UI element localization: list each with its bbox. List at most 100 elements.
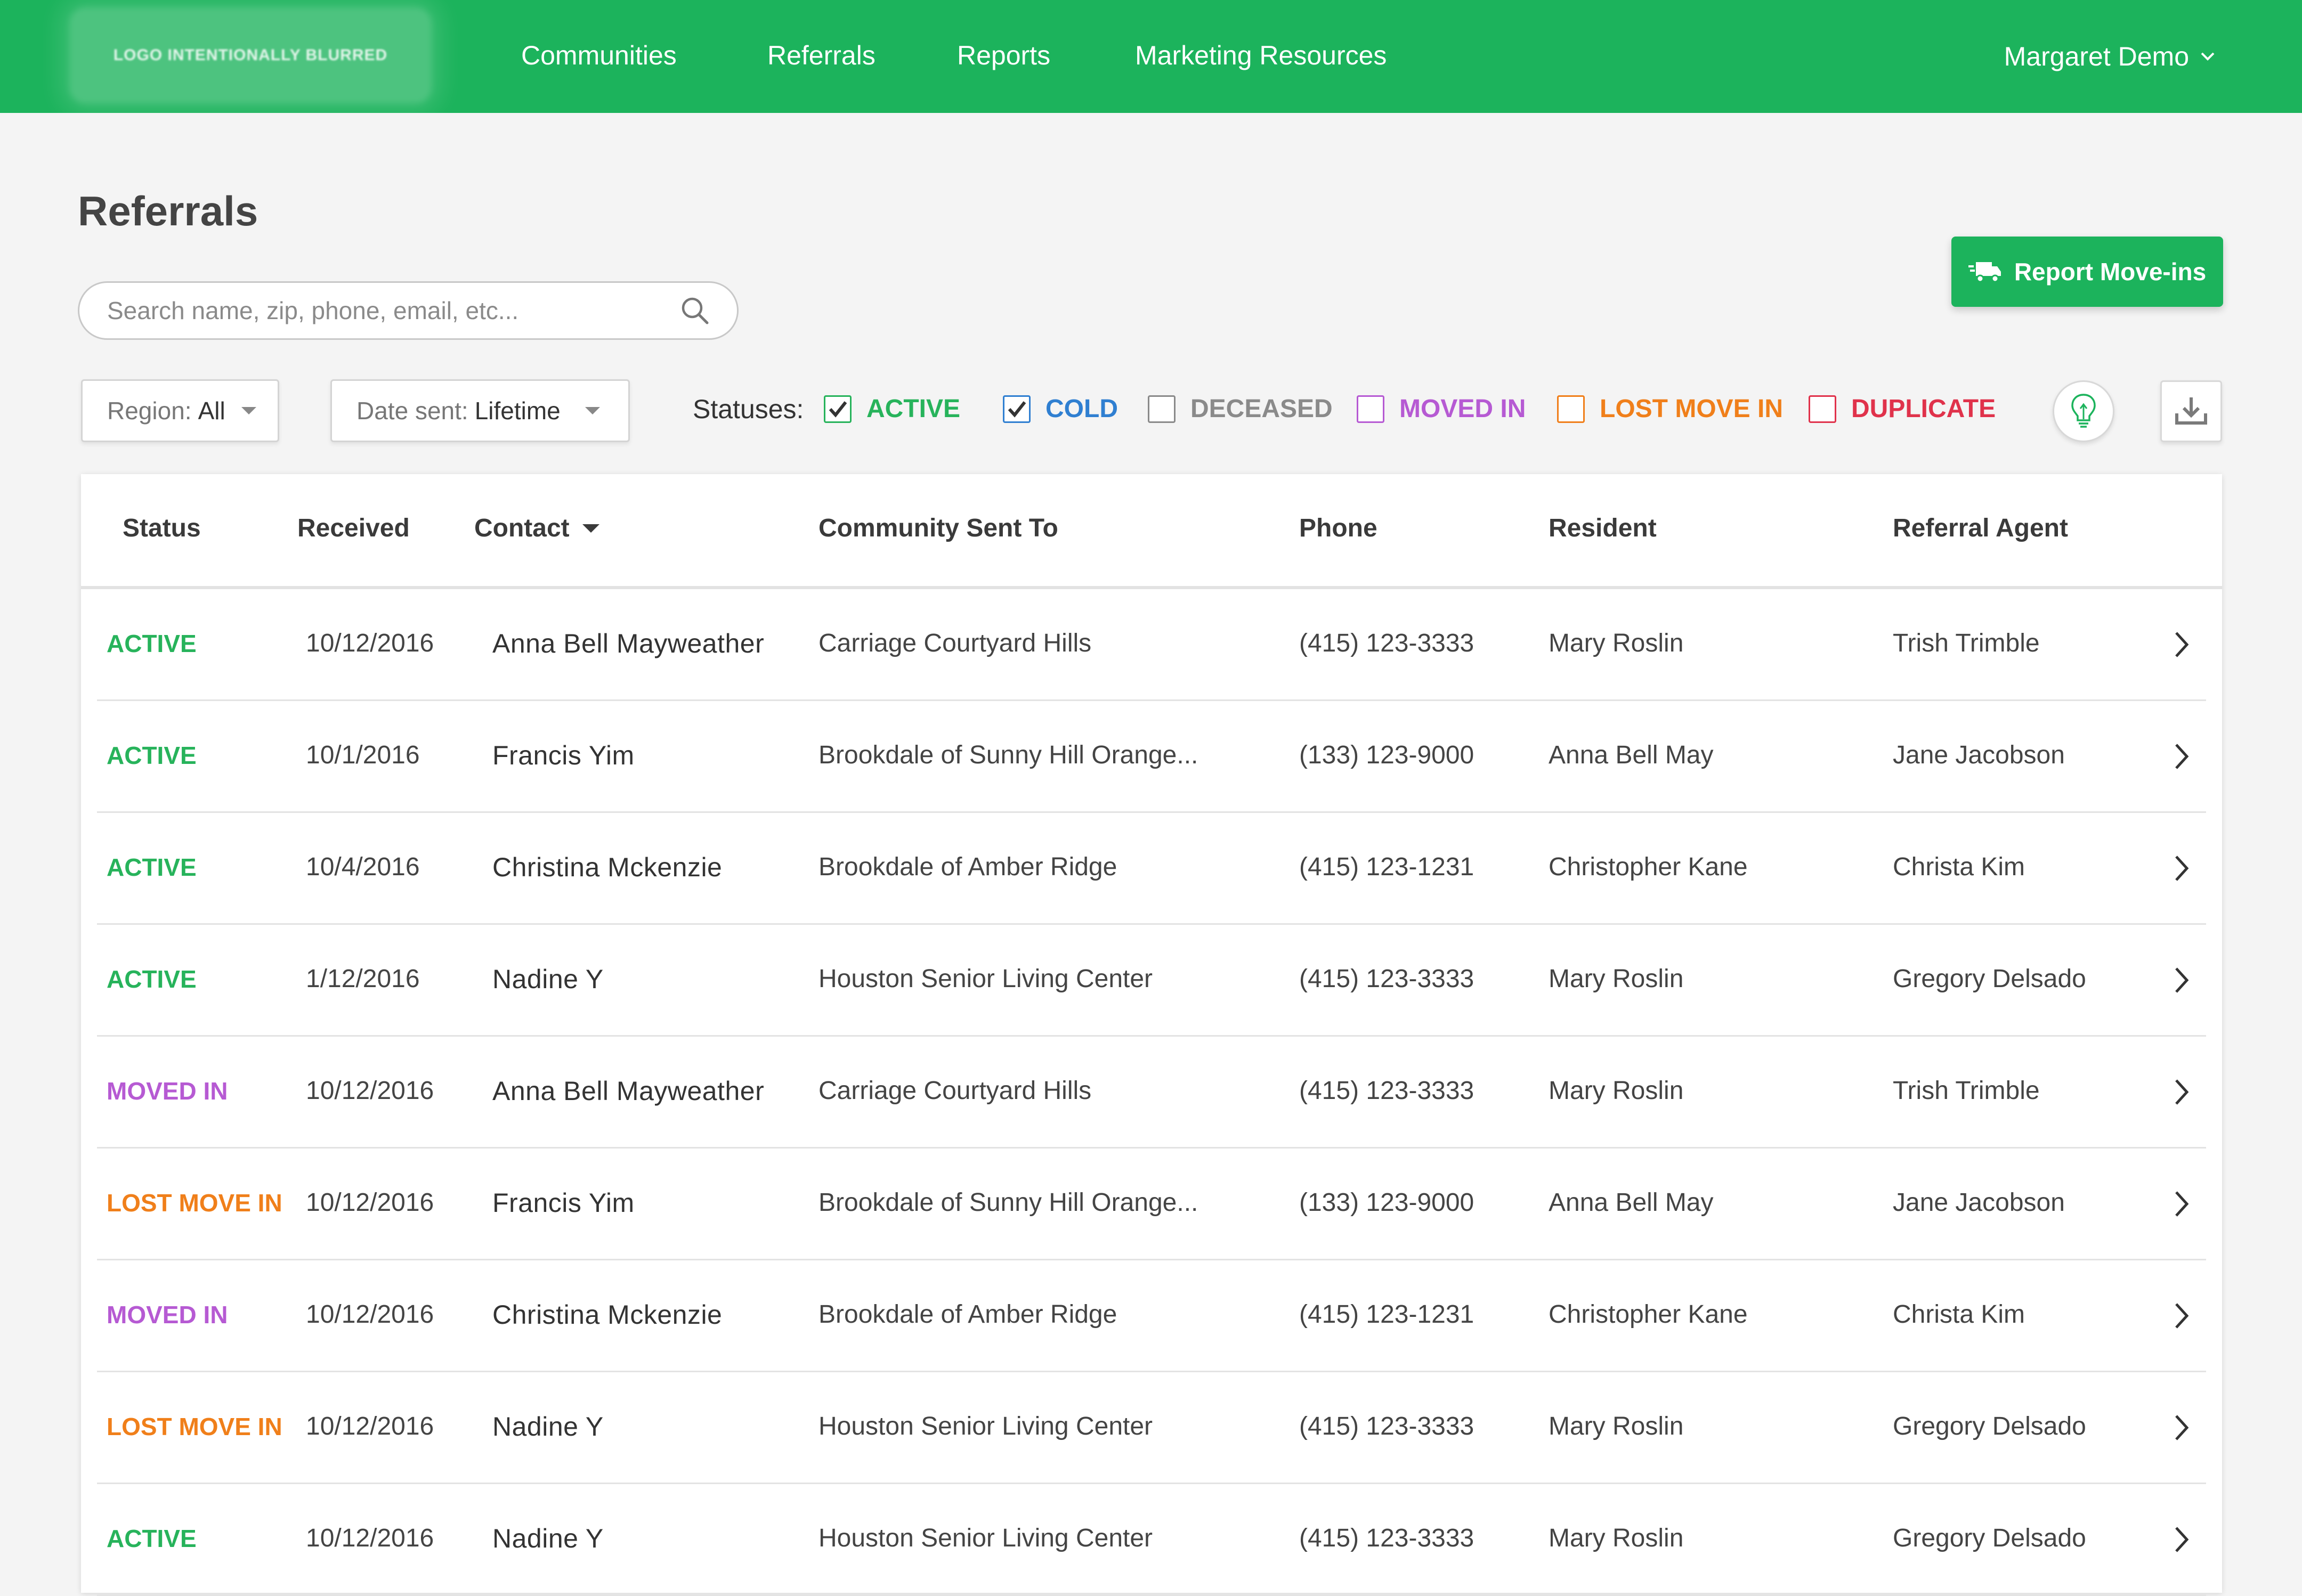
cell-community: Brookdale of Sunny Hill Orange... (818, 1188, 1198, 1217)
cell-status: ACTIVE (107, 630, 197, 657)
status-filter-duplicate[interactable]: DUPLICATE (1809, 393, 1996, 425)
cell-community: Brookdale of Sunny Hill Orange... (818, 741, 1198, 769)
cell-phone: (415) 123-3333 (1299, 965, 1474, 993)
table-row[interactable]: LOST MOVE IN 10/12/2016 Nadine Y Houston Se… (97, 1372, 2206, 1484)
search-box (78, 281, 739, 340)
nav-link-referrals[interactable]: Referrals (767, 39, 876, 71)
table-row[interactable]: ACTIVE 10/12/2016 Anna Bell Mayweather Carr… (97, 589, 2206, 701)
cell-received: 10/12/2016 (306, 1412, 434, 1440)
cold-checkbox[interactable] (1003, 395, 1031, 423)
cell-phone: (133) 123-9000 (1299, 1188, 1474, 1217)
user-menu[interactable]: Margaret Demo (2004, 40, 2217, 72)
active-checkbox[interactable] (824, 395, 852, 423)
tips-button[interactable] (2053, 380, 2114, 442)
region-label: Region: (107, 397, 192, 425)
duplicate-checkbox[interactable] (1809, 395, 1836, 423)
cell-community: Brookdale of Amber Ridge (818, 1300, 1117, 1329)
cell-status: ACTIVE (107, 1525, 197, 1552)
cell-phone: (133) 123-9000 (1299, 741, 1474, 769)
truck-icon (1968, 262, 2001, 283)
header-community[interactable]: Community Sent To (818, 512, 1058, 544)
cell-community: Brookdale of Amber Ridge (818, 853, 1117, 881)
cell-phone: (415) 123-3333 (1299, 1077, 1474, 1105)
header-referral-agent[interactable]: Referral Agent (1893, 512, 2068, 544)
cell-community: Carriage Courtyard Hills (818, 629, 1092, 657)
cell-status: LOST MOVE IN (107, 1189, 282, 1217)
cell-contact: Nadine Y (492, 1524, 604, 1553)
cell-contact: Nadine Y (492, 1412, 604, 1442)
header-status[interactable]: Status (123, 512, 201, 544)
table-row[interactable]: ACTIVE 1/12/2016 Nadine Y Houston Senior Li… (97, 925, 2206, 1037)
cell-contact: Anna Bell Mayweather (492, 629, 765, 658)
status-filter-active[interactable]: ACTIVE (824, 393, 960, 425)
search-icon[interactable] (679, 295, 710, 326)
chevron-right-icon[interactable] (2171, 630, 2192, 659)
chevron-right-icon[interactable] (2171, 742, 2192, 771)
region-value: All (198, 397, 225, 425)
header-contact[interactable]: Contact (474, 512, 599, 544)
cell-referral-agent: Trish Trimble (1893, 629, 2040, 657)
cell-resident: Mary Roslin (1549, 1412, 1684, 1440)
sort-down-icon (582, 524, 599, 533)
cell-phone: (415) 123-1231 (1299, 1300, 1474, 1329)
cell-referral-agent: Jane Jacobson (1893, 741, 2065, 769)
cell-resident: Christopher Kane (1549, 1300, 1748, 1329)
chevron-right-icon[interactable] (2171, 965, 2192, 995)
cell-community: Carriage Courtyard Hills (818, 1077, 1092, 1105)
table-row[interactable]: LOST MOVE IN 10/12/2016 Francis Yim Brookda… (97, 1149, 2206, 1260)
status-filter-deceased[interactable]: DECEASED (1148, 393, 1333, 425)
cell-received: 10/4/2016 (306, 853, 420, 881)
cell-contact: Francis Yim (492, 740, 635, 770)
region-dropdown[interactable]: Region: All (81, 379, 279, 442)
cell-status: ACTIVE (107, 965, 197, 993)
cell-referral-agent: Gregory Delsado (1893, 1412, 2086, 1440)
header-received[interactable]: Received (297, 512, 410, 544)
table-row[interactable]: ACTIVE 10/4/2016 Christina Mckenzie Brookda… (97, 813, 2206, 925)
lost-move-in-checkbox[interactable] (1557, 395, 1585, 423)
status-filter-moved-in[interactable]: MOVED IN (1357, 393, 1526, 425)
chevron-right-icon[interactable] (2171, 1525, 2192, 1554)
download-button[interactable] (2160, 380, 2222, 442)
chevron-right-icon[interactable] (2171, 1189, 2192, 1219)
cell-resident: Christopher Kane (1549, 853, 1748, 881)
table-row[interactable]: MOVED IN 10/12/2016 Christina Mckenzie Broo… (97, 1260, 2206, 1372)
header-resident[interactable]: Resident (1549, 512, 1657, 544)
cell-status: LOST MOVE IN (107, 1413, 282, 1440)
status-filter-lost-move-in[interactable]: LOST MOVE IN (1557, 393, 1783, 425)
chevron-right-icon[interactable] (2171, 1301, 2192, 1331)
nav-link-marketing-resources[interactable]: Marketing Resources (1135, 39, 1387, 71)
status-filter-cold[interactable]: COLD (1003, 393, 1118, 425)
referrals-table: Status Received Contact Community Sent T… (81, 474, 2222, 1596)
cell-resident: Anna Bell May (1549, 1188, 1714, 1217)
cell-status: ACTIVE (107, 853, 197, 881)
deceased-checkbox[interactable] (1148, 395, 1176, 423)
chevron-right-icon[interactable] (2171, 853, 2192, 883)
cold-label: COLD (1045, 395, 1118, 423)
cell-contact: Francis Yim (492, 1188, 635, 1218)
cell-resident: Mary Roslin (1549, 1524, 1684, 1552)
date-sent-value: Lifetime (474, 397, 561, 425)
cell-received: 10/1/2016 (306, 741, 420, 769)
cell-phone: (415) 123-3333 (1299, 1412, 1474, 1440)
chevron-down-icon (2201, 52, 2215, 61)
chevron-right-icon[interactable] (2171, 1077, 2192, 1107)
header-phone[interactable]: Phone (1299, 512, 1377, 544)
nav-link-reports[interactable]: Reports (957, 39, 1050, 71)
cell-referral-agent: Christa Kim (1893, 853, 2025, 881)
table-row[interactable]: ACTIVE 10/1/2016 Francis Yim Brookdale of S… (97, 701, 2206, 813)
nav-link-communities[interactable]: Communities (521, 39, 677, 71)
cell-received: 10/12/2016 (306, 1188, 434, 1217)
cell-referral-agent: Trish Trimble (1893, 1077, 2040, 1105)
page-title: Referrals (78, 188, 258, 234)
statuses-label: Statuses: (693, 394, 804, 424)
chevron-right-icon[interactable] (2171, 1413, 2192, 1443)
date-sent-dropdown[interactable]: Date sent: Lifetime (330, 379, 630, 442)
table-row[interactable]: ACTIVE 10/12/2016 Nadine Y Houston Senior L… (97, 1484, 2206, 1596)
lightbulb-icon (2071, 394, 2096, 428)
search-input[interactable] (106, 296, 679, 325)
cell-contact: Anna Bell Mayweather (492, 1076, 765, 1106)
report-move-ins-button[interactable]: Report Move-ins (1951, 237, 2223, 307)
table-row[interactable]: MOVED IN 10/12/2016 Anna Bell Mayweather Ca… (97, 1037, 2206, 1149)
moved-in-label: MOVED IN (1399, 395, 1526, 423)
moved-in-checkbox[interactable] (1357, 395, 1384, 423)
